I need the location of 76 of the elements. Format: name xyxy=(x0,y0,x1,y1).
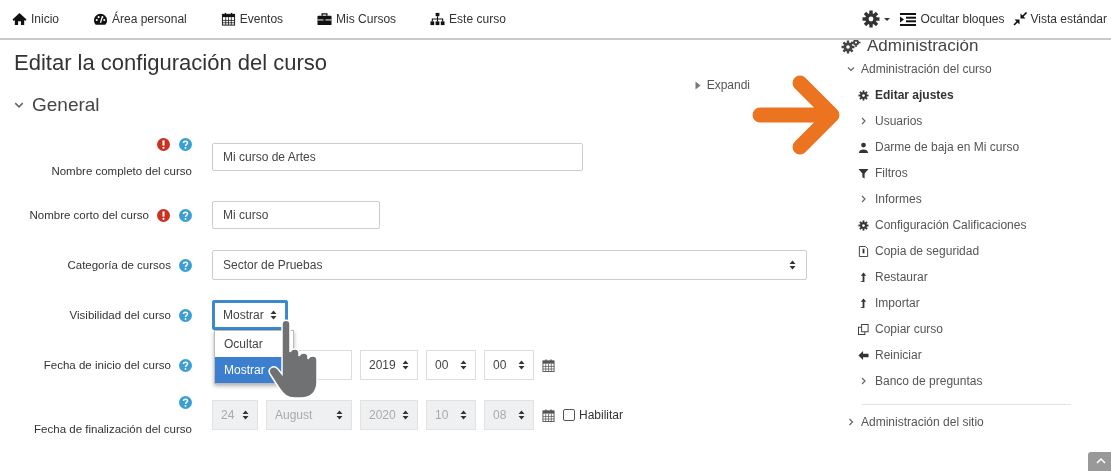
nav-link[interactable]: Mis Cursos xyxy=(317,12,397,26)
select-caret-icon xyxy=(336,410,343,420)
user-icon xyxy=(858,141,869,153)
sitemap-icon xyxy=(430,12,446,26)
standard-view-link[interactable]: Vista estándar xyxy=(1012,12,1107,26)
settings-icon[interactable] xyxy=(862,10,893,28)
select-caret-icon xyxy=(402,410,409,420)
gear-icon xyxy=(858,89,869,101)
upload-arrow-icon xyxy=(858,271,869,283)
left-arrow-icon xyxy=(858,349,869,361)
help-icon[interactable] xyxy=(179,137,192,151)
help-icon[interactable] xyxy=(179,308,192,322)
tree-item[interactable]: Informes xyxy=(858,186,1091,212)
dropdown-option[interactable]: Ocultar xyxy=(215,331,293,357)
field-label: Fecha de finalización del curso xyxy=(34,422,192,435)
tree-item[interactable]: Banco de preguntas xyxy=(858,368,1091,394)
text-input-field[interactable]: Mi curso xyxy=(212,201,380,229)
tree-item[interactable]: Usuarios xyxy=(858,108,1091,134)
date-select[interactable]: 00 xyxy=(426,350,476,380)
filter-icon xyxy=(858,167,869,179)
select-caret-icon xyxy=(402,360,409,370)
select-caret-icon xyxy=(518,360,525,370)
expand-all-link[interactable]: Expandi xyxy=(694,78,750,92)
text-input-field[interactable]: Mi curso de Artes xyxy=(212,143,583,171)
tree-node[interactable]: Administración del curso xyxy=(847,56,1091,82)
date-select[interactable]: 00 xyxy=(484,350,534,380)
briefcase-icon xyxy=(317,12,333,26)
date-select[interactable]: 2019 xyxy=(360,350,418,380)
nav-link[interactable]: Este curso xyxy=(430,12,506,26)
tree-item[interactable]: Copia de seguridad xyxy=(858,238,1091,264)
select-caret-icon xyxy=(242,410,249,420)
field-label: Visibilidad del curso xyxy=(69,309,171,321)
hide-blocks-link[interactable]: Ocultar bloques xyxy=(900,12,1005,26)
select-field[interactable]: Sector de Pruebas xyxy=(212,250,807,280)
section-header[interactable]: General xyxy=(14,94,100,116)
upload-arrow-icon xyxy=(858,297,869,309)
field-label: Nombre corto del curso xyxy=(29,209,149,221)
select-caret-icon xyxy=(460,360,467,370)
block-title-text: Administración xyxy=(867,36,979,56)
select-caret-icon xyxy=(460,410,467,420)
field-label: Nombre completo del curso xyxy=(51,164,192,177)
triangle-right-icon xyxy=(694,80,701,90)
tree-item[interactable]: Reiniciar xyxy=(858,342,1091,368)
nav-link[interactable]: Eventos xyxy=(220,12,284,26)
select-caret-icon xyxy=(518,410,525,420)
nav-link[interactable]: Área personal xyxy=(93,12,187,26)
tree-item[interactable]: Importar xyxy=(858,290,1091,316)
chevron-right-icon xyxy=(847,418,855,426)
chevron-down-icon xyxy=(14,100,24,110)
dashboard-icon xyxy=(93,12,108,26)
help-icon[interactable] xyxy=(179,358,192,372)
select-caret-icon xyxy=(269,310,277,320)
indent-icon xyxy=(900,12,917,26)
chevron-up-icon xyxy=(1096,458,1106,464)
tree-item[interactable]: Editar ajustes xyxy=(858,82,1091,108)
help-icon[interactable] xyxy=(179,208,192,222)
tree-item[interactable]: Restaurar xyxy=(858,264,1091,290)
file-icon xyxy=(858,245,869,257)
tree-item[interactable]: Filtros xyxy=(858,160,1091,186)
help-icon[interactable] xyxy=(179,258,192,272)
calendar-icon xyxy=(220,12,236,26)
field-label: Fecha de inicio del curso xyxy=(43,359,171,371)
nav-link[interactable]: Inicio xyxy=(12,12,59,26)
page-title: Editar la configuración del curso xyxy=(14,50,329,76)
tree-node[interactable]: Administración del sitio xyxy=(847,409,1091,435)
copy-icon xyxy=(858,323,869,335)
tree-item[interactable]: Darme de baja en Mi curso xyxy=(858,134,1091,160)
tree-item[interactable]: Copiar curso xyxy=(858,316,1091,342)
field-label: Categoría de cursos xyxy=(67,259,171,271)
calendar-icon[interactable] xyxy=(542,358,555,372)
select-caret-icon xyxy=(789,260,796,270)
gear-icon xyxy=(858,219,869,231)
tree-item[interactable]: Configuración Calificaciones xyxy=(858,212,1091,238)
chevron-down-icon xyxy=(847,65,855,73)
home-icon xyxy=(12,12,27,26)
compress-arrows-icon xyxy=(1012,12,1027,26)
